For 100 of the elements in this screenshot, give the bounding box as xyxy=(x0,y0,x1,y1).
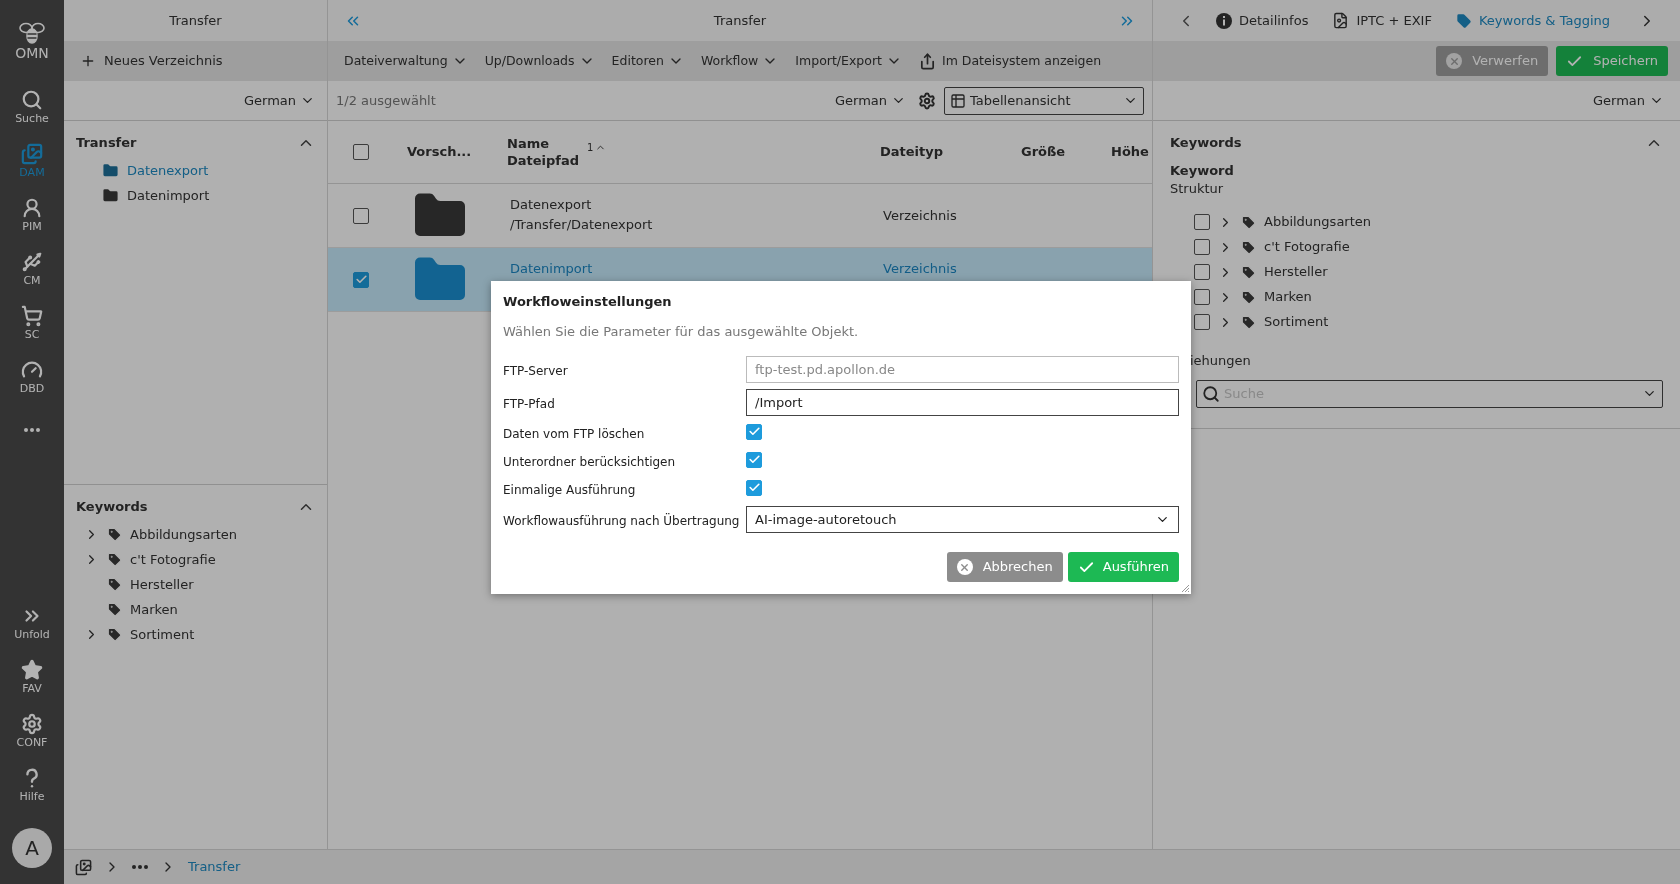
nav-item[interactable]: Unfold xyxy=(0,595,64,649)
menu-button[interactable]: Editoren xyxy=(611,51,684,71)
keyword-label[interactable]: Marken xyxy=(1264,287,1312,307)
tab[interactable]: Detailinfos xyxy=(1215,10,1309,31)
file-path: /Transfer/Datenexport xyxy=(510,215,654,234)
tag-icon xyxy=(107,602,122,617)
tag-icon xyxy=(107,527,122,542)
language-dropdown[interactable]: German xyxy=(1592,90,1664,111)
column-header[interactable]: Höhe xyxy=(1111,142,1149,162)
language-dropdown[interactable]: German xyxy=(834,90,906,111)
folder-icon xyxy=(102,161,119,179)
show-in-filesystem-button[interactable]: Im Dateisystem anzeigen xyxy=(918,51,1102,71)
input-field[interactable]: ftp-test.pd.apollon.de xyxy=(746,356,1179,383)
checkbox[interactable] xyxy=(353,144,369,160)
nav-item[interactable]: PIM xyxy=(0,187,64,241)
cancel-icon xyxy=(1446,53,1463,69)
keyword-label[interactable]: Marken xyxy=(130,599,178,620)
star-icon xyxy=(21,658,43,681)
images-icon[interactable] xyxy=(75,858,92,876)
tag-icon xyxy=(1241,314,1256,330)
checkbox[interactable] xyxy=(1194,289,1210,305)
field-label: Einmalige Ausführung xyxy=(503,483,636,497)
tab[interactable]: IPTC + EXIF xyxy=(1332,10,1432,31)
plus-icon xyxy=(80,53,96,69)
field-sublabel: Struktur xyxy=(1170,179,1225,198)
cart-icon xyxy=(21,304,43,327)
field-label: FTP-Server xyxy=(503,363,568,378)
sort-rank: 1 xyxy=(587,140,594,155)
ellipsis-icon xyxy=(24,428,40,432)
nav-item[interactable]: Hilfe xyxy=(0,757,64,811)
avatar[interactable]: A xyxy=(12,827,52,868)
keyword-label[interactable]: c't Fotografie xyxy=(130,549,216,570)
nav-item[interactable]: CONF xyxy=(0,703,64,757)
checkbox[interactable] xyxy=(746,451,762,468)
settings-icon xyxy=(21,712,43,735)
tag-icon xyxy=(107,552,122,567)
section-title: Transfer xyxy=(76,134,137,152)
file-type: Verzeichnis xyxy=(883,207,957,223)
file-name: Datenexport xyxy=(510,196,593,214)
file-type: Verzeichnis xyxy=(883,261,957,276)
person-icon xyxy=(21,196,43,219)
checkbox[interactable] xyxy=(746,479,762,496)
keyword-label[interactable]: Abbildungsarten xyxy=(130,524,238,545)
nav-item[interactable]: CM xyxy=(0,241,64,295)
keyword-label[interactable]: c't Fotografie xyxy=(1264,237,1350,257)
column-header[interactable]: Vorsch... xyxy=(407,142,472,162)
search-icon xyxy=(1202,384,1220,403)
tag-icon xyxy=(1241,289,1256,305)
checkbox[interactable] xyxy=(746,423,762,440)
images-icon xyxy=(21,142,43,165)
tag-icon xyxy=(107,577,122,592)
resize-grip-icon[interactable] xyxy=(1180,583,1190,593)
field-label: Keyword xyxy=(1170,161,1235,180)
keyword-label[interactable]: Abbildungsarten xyxy=(1264,212,1372,232)
checkbox[interactable] xyxy=(1194,214,1210,230)
cancel-button[interactable]: Abbrechen xyxy=(946,552,1063,582)
settings-icon[interactable] xyxy=(918,91,936,110)
file-name: Datenimport xyxy=(510,260,594,278)
menu-button[interactable]: Dateiverwaltung xyxy=(344,51,468,71)
tree-item[interactable]: Datenimport xyxy=(102,186,315,206)
select-field[interactable]: AI-image-autoretouch xyxy=(746,506,1179,533)
checkbox[interactable] xyxy=(1194,314,1210,330)
checkbox[interactable] xyxy=(1194,264,1210,280)
keyword-label[interactable]: Hersteller xyxy=(1264,262,1328,282)
usb-icon xyxy=(21,250,43,273)
nav-item[interactable]: SC xyxy=(0,295,64,349)
column-header[interactable]: Dateityp xyxy=(880,142,944,162)
ellipsis-icon xyxy=(132,865,148,869)
column-header[interactable]: Name Dateipfad xyxy=(507,135,580,169)
section-title: Keywords xyxy=(76,498,148,516)
language-dropdown[interactable]: German xyxy=(243,90,315,111)
menu-button[interactable]: Up/Downloads xyxy=(484,51,595,71)
keyword-label[interactable]: Sortiment xyxy=(1264,312,1329,332)
selection-count: 1/2 ausgewählt xyxy=(336,91,436,110)
checkbox[interactable] xyxy=(353,271,369,288)
column-header[interactable]: Größe xyxy=(1021,142,1066,162)
input-field[interactable]: /Import xyxy=(746,389,1179,416)
nav-item[interactable]: DBD xyxy=(0,349,64,403)
bee-icon xyxy=(17,20,47,45)
search-icon xyxy=(21,88,43,111)
share-icon xyxy=(918,52,936,70)
menu-button[interactable]: Workflow xyxy=(700,51,779,71)
field-label: iehungen xyxy=(1190,352,1251,368)
checkbox[interactable] xyxy=(353,207,369,224)
field-label: FTP-Pfad xyxy=(503,396,555,411)
keyword-label[interactable]: Hersteller xyxy=(130,574,194,595)
nav-item[interactable]: FAV xyxy=(0,649,64,703)
tag-icon xyxy=(1455,12,1472,29)
nav-item[interactable]: Suche xyxy=(0,79,64,133)
info-icon xyxy=(1215,12,1232,29)
tag-icon xyxy=(1241,214,1256,230)
section-title: Keywords xyxy=(1170,134,1242,152)
field-label: Daten vom FTP löschen xyxy=(503,427,645,441)
checkbox[interactable] xyxy=(1194,239,1210,255)
panel-title: Transfer xyxy=(713,11,767,30)
menu-button[interactable]: Import/Export xyxy=(795,51,902,71)
dialog-title: Workfloweinstellungen xyxy=(503,293,673,311)
view-select[interactable]: Tabellenansicht xyxy=(944,86,1144,115)
keyword-label[interactable]: Sortiment xyxy=(130,624,195,645)
cancel-icon xyxy=(956,559,973,575)
